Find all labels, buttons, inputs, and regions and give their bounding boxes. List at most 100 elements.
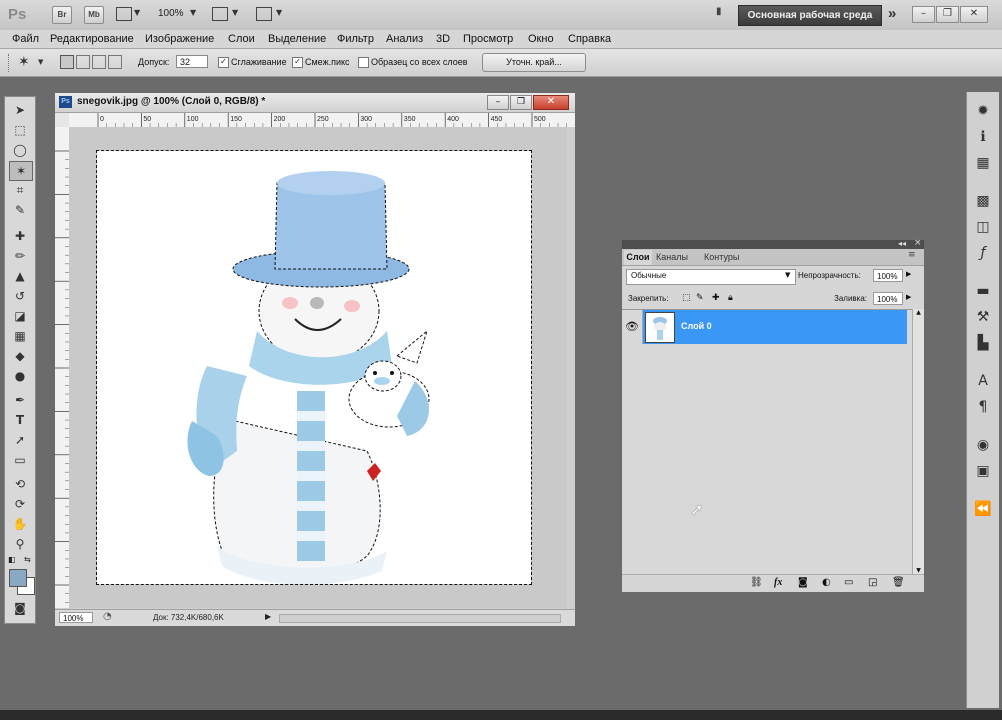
swap-colors-icon[interactable]: ⇆ (24, 555, 31, 564)
new-selection-icon[interactable] (60, 55, 74, 69)
subtract-selection-icon[interactable] (92, 55, 106, 69)
brushes-panel-icon[interactable]: ▬ (973, 282, 993, 300)
menu-layer[interactable]: Слои (228, 33, 255, 45)
arrange-documents-icon[interactable] (212, 7, 228, 21)
tab-paths[interactable]: Контуры (704, 252, 739, 262)
eyedropper-tool-icon[interactable]: ✎ (9, 201, 31, 219)
zoom-level-select[interactable]: 100% (158, 8, 184, 19)
menu-image[interactable]: Изображение (145, 33, 214, 45)
3d-orbit-tool-icon[interactable]: ⟳ (9, 495, 31, 513)
bridge-button[interactable]: Br (52, 6, 72, 24)
chevron-down-icon[interactable]: ▼ (232, 8, 238, 17)
lasso-tool-icon[interactable]: ◯ (9, 141, 31, 159)
quick-mask-icon[interactable]: ◙ (9, 599, 31, 617)
image-canvas[interactable] (96, 150, 532, 585)
adjustments-panel-icon[interactable]: ▩ (973, 192, 993, 210)
horizontal-scrollbar[interactable] (279, 614, 561, 623)
lock-all-icon[interactable]: 🔒︎ (728, 293, 733, 303)
more-workspaces-button[interactable]: » (888, 5, 896, 22)
layer-row-layer-0[interactable]: Слой 0 (643, 310, 907, 344)
lock-position-icon[interactable]: ✚ (712, 293, 720, 303)
opacity-input[interactable]: 100% (873, 269, 903, 282)
canvas-area[interactable] (69, 127, 567, 608)
antialias-checkbox[interactable]: ✓ (218, 57, 229, 68)
fill-arrow-icon[interactable]: ▶ (906, 293, 911, 301)
adjustment-layer-icon[interactable]: ◐ (822, 577, 831, 588)
tool-presets-panel-icon[interactable]: ▙ (973, 334, 993, 352)
add-selection-icon[interactable] (76, 55, 90, 69)
new-layer-icon[interactable]: ◲ (868, 577, 877, 588)
pen-tool-icon[interactable]: ✒ (9, 391, 31, 409)
chevron-down-icon[interactable]: ▼ (38, 58, 43, 66)
close-panel-button[interactable]: × (914, 238, 922, 248)
eraser-tool-icon[interactable]: ◪ (9, 307, 31, 325)
clone-stamp-tool-icon[interactable]: ▲ (9, 267, 31, 285)
masks-panel-icon[interactable]: ◫ (973, 218, 993, 236)
magic-wand-tool-icon[interactable]: ✶ (9, 161, 33, 181)
status-menu-arrow-icon[interactable]: ▶ (265, 612, 271, 621)
menu-help[interactable]: Справка (568, 33, 611, 45)
status-info-icon[interactable]: ◔ (103, 611, 112, 622)
chevron-down-icon[interactable]: ▼ (134, 8, 140, 17)
move-tool-icon[interactable]: ➤ (9, 101, 31, 119)
color-panel-icon[interactable]: ✹ (973, 102, 993, 120)
workspace-button[interactable]: Основная рабочая среда (738, 5, 882, 26)
hand-tool-icon[interactable]: ✋ (9, 515, 31, 533)
dodge-tool-icon[interactable]: ● (9, 367, 31, 385)
collapse-panel-button[interactable]: ◂◂ (898, 239, 906, 248)
tab-channels[interactable]: Каналы (656, 252, 688, 262)
lock-pixels-icon[interactable]: ✎ (696, 293, 704, 303)
path-selection-tool-icon[interactable]: ➚ (9, 431, 31, 449)
link-layers-icon[interactable]: ⛓ (750, 577, 763, 588)
blur-tool-icon[interactable]: ◆ (9, 347, 31, 365)
add-mask-icon[interactable]: ◙ (798, 577, 808, 588)
info-panel-icon[interactable]: ℹ (973, 128, 993, 146)
opacity-arrow-icon[interactable]: ▶ (906, 270, 911, 278)
close-button[interactable]: ✕ (960, 6, 988, 23)
zoom-tool-icon[interactable]: ⚲ (9, 535, 31, 553)
history-brush-tool-icon[interactable]: ↺ (9, 287, 31, 305)
sample-all-layers-checkbox[interactable] (358, 57, 369, 68)
restore-button[interactable]: ❐ (936, 6, 959, 23)
menu-analysis[interactable]: Анализ (386, 33, 423, 45)
chevron-down-icon[interactable]: ▼ (276, 8, 282, 17)
fill-input[interactable]: 100% (873, 292, 903, 305)
menu-3d[interactable]: 3D (436, 33, 450, 45)
minimize-button[interactable]: – (912, 6, 935, 23)
paragraph-panel-icon[interactable]: ¶ (973, 398, 993, 416)
new-group-icon[interactable]: ▭ (844, 577, 853, 588)
intersect-selection-icon[interactable] (108, 55, 122, 69)
magic-wand-preset-icon[interactable]: ✶ (18, 54, 30, 70)
layer-style-icon[interactable]: fx (774, 577, 782, 588)
default-colors-icon[interactable]: ◧ (8, 555, 16, 564)
eye-icon[interactable]: 👁︎ (622, 310, 643, 344)
refine-edge-button[interactable]: Уточн. край... (482, 53, 586, 72)
clone-source-panel-icon[interactable]: ⚒ (973, 308, 993, 326)
contiguous-checkbox[interactable]: ✓ (292, 57, 303, 68)
tolerance-input[interactable]: 32 (176, 55, 208, 68)
foreground-color-swatch[interactable] (9, 569, 27, 587)
healing-brush-tool-icon[interactable]: ✚ (9, 227, 31, 245)
menu-window[interactable]: Окно (528, 33, 554, 45)
gradient-tool-icon[interactable]: ▦ (9, 327, 31, 345)
workspace-dropdown-icon[interactable]: ▮ (716, 6, 722, 17)
navigator-panel-icon[interactable]: ◉ (973, 436, 993, 454)
actions-panel-icon[interactable]: ▣ (973, 462, 993, 480)
type-tool-icon[interactable]: T (9, 411, 31, 429)
panel-menu-icon[interactable]: ≡ (908, 250, 916, 260)
chevron-down-icon[interactable]: ▼ (190, 8, 196, 17)
doc-minimize-button[interactable]: – (487, 95, 509, 110)
3d-rotate-tool-icon[interactable]: ⟲ (9, 475, 31, 493)
histogram-panel-icon[interactable]: ▦ (973, 154, 993, 172)
document-titlebar[interactable]: Ps snegovik.jpg @ 100% (Слой 0, RGB/8) *… (55, 93, 575, 113)
doc-close-button[interactable]: ✕ (533, 95, 569, 110)
screen-mode-icon[interactable] (256, 7, 272, 21)
status-zoom-field[interactable]: 100% (59, 612, 93, 623)
tab-layers[interactable]: Слои (624, 250, 652, 265)
blend-mode-select[interactable]: Обычные ▼ (626, 269, 796, 285)
marquee-tool-icon[interactable]: ⬚ (9, 121, 31, 139)
styles-panel-icon[interactable]: ƒ (973, 244, 993, 262)
delete-layer-icon[interactable]: 🗑︎ (892, 577, 905, 588)
menu-edit[interactable]: Редактирование (50, 33, 134, 45)
view-extras-icon[interactable] (116, 7, 132, 21)
